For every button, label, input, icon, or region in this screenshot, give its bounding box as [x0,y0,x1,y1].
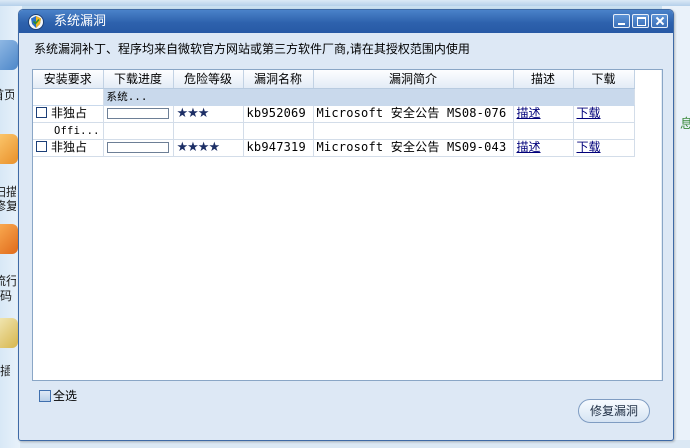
empty-cell [173,122,244,140]
group-indent [33,88,104,106]
column-header-risk[interactable]: 危险等级 [173,70,244,89]
describe-link[interactable]: 描述 [517,106,541,120]
row-checkbox[interactable] [36,141,47,152]
sidebar-item-scan[interactable]: 扫描 [0,185,16,199]
empty-cell [573,122,635,140]
dialog-title: 系统漏洞 [54,14,107,29]
requirement-cell: 非独占 [33,139,104,157]
minimize-button[interactable] [613,14,630,28]
empty-cell [243,122,314,140]
background-bottom-strip [20,440,690,448]
select-all-checkbox[interactable] [39,390,51,402]
table-row[interactable]: 非独占 ★★★ kb952069 Microsoft 安全公告 MS08-076… [33,105,635,123]
empty-cell [313,122,514,140]
vulnerability-table: 安装要求 下载进度 危险等级 漏洞名称 漏洞简介 描述 下载 系统... 非独占 [33,70,635,157]
sidebar-item-repair[interactable]: 修复 [0,199,16,213]
group-label: Offi... [33,122,104,140]
vuln-summary: Microsoft 安全公告 MS09-043 -... [313,139,514,157]
dialog-titlebar[interactable]: 系统漏洞 [19,10,673,33]
download-progress-bar [107,142,169,153]
download-link[interactable]: 下载 [577,140,601,154]
download-link[interactable]: 下载 [577,106,601,120]
scan-icon[interactable] [0,134,18,164]
progress-cell [103,105,174,123]
column-header-describe[interactable]: 描述 [513,70,574,89]
download-progress-bar [107,108,169,119]
download-cell: 下载 [573,105,635,123]
sidebar-item-popular[interactable]: 流行 [0,274,16,288]
select-all-label: 全选 [53,389,78,403]
vuln-name: kb952069 [243,105,314,123]
requirement-text: 非独占 [51,140,88,154]
column-header-progress[interactable]: 下载进度 [103,70,174,89]
vulnerability-list: 安装要求 下载进度 危险等级 漏洞名称 漏洞简介 描述 下载 系统... 非独占 [32,69,663,381]
row-checkbox[interactable] [36,107,47,118]
empty-cell [103,122,174,140]
home-icon[interactable] [0,40,18,70]
source-notice: 系统漏洞补丁、程序均来自微软官方网站或第三方软件厂商,请在其授权范围内使用 [34,42,470,56]
close-button[interactable] [651,14,668,28]
sidebar-item-plugin[interactable]: 捷插 [0,364,10,378]
vulnerability-dialog: 系统漏洞 系统漏洞补丁、程序均来自微软官方网站或第三方软件厂商,请在其授权范围内… [18,9,674,441]
risk-cell: ★★★★ [173,139,244,157]
progress-cell [103,139,174,157]
select-all[interactable]: 全选 [39,389,77,403]
sidebar-item-home[interactable]: 首页 [0,88,14,102]
download-cell: 下载 [573,139,635,157]
vuln-name: kb947319 [243,139,314,157]
fix-vulnerabilities-button[interactable]: 修复漏洞 [578,399,650,423]
risk-stars: ★★★★ [176,140,221,155]
vuln-summary: Microsoft 安全公告 MS08-076 ... [313,105,514,123]
column-header-name[interactable]: 漏洞名称 [243,70,314,89]
maximize-button[interactable] [632,14,649,28]
shield-logo-icon [28,14,44,30]
risk-cell: ★★★ [173,105,244,123]
describe-link[interactable]: 描述 [517,140,541,154]
empty-cell [513,122,574,140]
describe-cell: 描述 [513,105,574,123]
column-header-requirement[interactable]: 安装要求 [33,70,104,89]
group-label: 系统... [103,88,635,106]
requirement-text: 非独占 [51,106,88,120]
plugin-icon[interactable] [0,318,18,348]
table-row[interactable]: 非独占 ★★★★ kb947319 Microsoft 安全公告 MS09-04… [33,139,635,157]
trojan-icon[interactable] [0,224,18,254]
risk-stars: ★★★ [176,106,210,121]
requirement-cell: 非独占 [33,105,104,123]
background-right-char: 息 [680,117,690,132]
group-row-office[interactable]: Offi... [33,122,635,140]
column-header-download[interactable]: 下载 [573,70,635,89]
list-right-border [661,70,662,380]
describe-cell: 描述 [513,139,574,157]
column-header-summary[interactable]: 漏洞简介 [313,70,514,89]
group-row-system[interactable]: 系统... [33,88,635,106]
